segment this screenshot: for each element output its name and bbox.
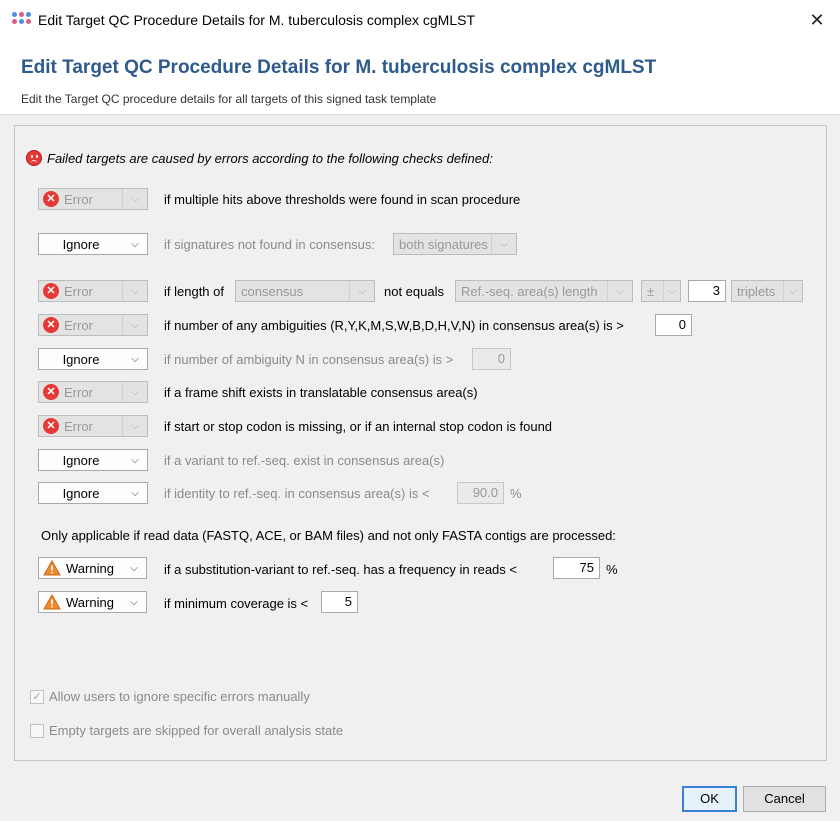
chevron-down-icon: ⌵ <box>349 281 374 301</box>
chevron-down-icon: ⌵ <box>122 416 147 436</box>
length-target-select[interactable]: Ref.-seq. area(s) length ⌵ <box>455 280 633 302</box>
codon-label: if start or stop codon is missing, or if… <box>164 419 553 434</box>
signatures-severity-select[interactable]: Ignore ⌵ <box>38 233 148 255</box>
error-icon: ✕ <box>43 384 59 400</box>
chevron-down-icon: ⌵ <box>131 487 139 499</box>
dialog-title: Edit Target QC Procedure Details for M. … <box>21 57 657 78</box>
chevron-down-icon: ⌵ <box>122 382 147 402</box>
chevron-down-icon: ⌵ <box>131 454 139 466</box>
chevron-down-icon: ⌵ <box>663 281 680 301</box>
chevron-down-icon: ⌵ <box>130 596 138 608</box>
signatures-option-select[interactable]: both signatures ⌵ <box>393 233 517 255</box>
close-icon[interactable]: ✕ <box>802 8 832 32</box>
coverage-value[interactable]: 5 <box>321 591 358 613</box>
allow-ignore-label: Allow users to ignore specific errors ma… <box>49 689 310 704</box>
codon-severity-select[interactable]: ✕ Error ⌵ <box>38 415 148 437</box>
multiple-hits-label: if multiple hits above thresholds were f… <box>164 192 521 207</box>
substitution-label: if a substitution-variant to ref.-seq. h… <box>164 562 517 577</box>
length-prefix-label: if length of <box>164 284 224 299</box>
warning-icon <box>43 593 61 610</box>
window-title: Edit Target QC Procedure Details for M. … <box>38 12 476 28</box>
multiple-hits-severity-select[interactable]: ✕ Error ⌵ <box>38 188 148 210</box>
substitution-value[interactable]: 75 <box>553 557 600 579</box>
read-data-note: Only applicable if read data (FASTQ, ACE… <box>41 528 616 543</box>
ambiguity-n-severity-select[interactable]: Ignore ⌵ <box>38 348 148 370</box>
chevron-down-icon: ⌵ <box>783 281 802 301</box>
ambiguity-n-value[interactable]: 0 <box>472 348 511 370</box>
frame-shift-label: if a frame shift exists in translatable … <box>164 385 478 400</box>
variant-label: if a variant to ref.-seq. exist in conse… <box>164 453 445 468</box>
coverage-severity-select[interactable]: Warning ⌵ <box>38 591 147 613</box>
chevron-down-icon: ⌵ <box>607 281 632 301</box>
skip-empty-label: Empty targets are skipped for overall an… <box>49 723 344 738</box>
warning-icon <box>43 559 61 576</box>
error-icon: ✕ <box>43 191 59 207</box>
chevron-down-icon: ⌵ <box>491 234 516 254</box>
signatures-label: if signatures not found in consensus: <box>164 237 376 252</box>
chevron-down-icon: ⌵ <box>122 189 147 209</box>
substitution-unit: % <box>606 562 618 577</box>
length-middle-label: not equals <box>384 284 444 299</box>
dialog-header: Edit Target QC Procedure Details for M. … <box>0 40 840 115</box>
app-icon <box>12 12 32 26</box>
ok-button[interactable]: OK <box>682 786 737 812</box>
allow-ignore-checkbox[interactable]: ✓ <box>30 690 44 704</box>
length-severity-select[interactable]: ✕ Error ⌵ <box>38 280 148 302</box>
cancel-button[interactable]: Cancel <box>743 786 826 812</box>
chevron-down-icon: ⌵ <box>131 353 139 365</box>
skip-empty-checkbox[interactable] <box>30 724 44 738</box>
length-unit-select[interactable]: triplets ⌵ <box>731 280 803 302</box>
ambiguities-label: if number of any ambiguities (R,Y,K,M,S,… <box>164 318 624 333</box>
identity-label: if identity to ref.-seq. in consensus ar… <box>164 486 430 501</box>
qc-checks-panel: Failed targets are caused by errors acco… <box>14 125 827 761</box>
ambiguities-severity-select[interactable]: ✕ Error ⌵ <box>38 314 148 336</box>
identity-value[interactable]: 90.0 <box>457 482 504 504</box>
dialog-subtitle: Edit the Target QC procedure details for… <box>21 92 437 106</box>
chevron-down-icon: ⌵ <box>130 562 138 574</box>
ambiguity-n-label: if number of ambiguity N in consensus ar… <box>164 352 454 367</box>
error-icon: ✕ <box>43 418 59 434</box>
error-icon: ✕ <box>43 317 59 333</box>
chevron-down-icon: ⌵ <box>122 315 147 335</box>
identity-unit: % <box>510 486 522 501</box>
variant-severity-select[interactable]: Ignore ⌵ <box>38 449 148 471</box>
length-tolerance-select[interactable]: ± ⌵ <box>641 280 681 302</box>
coverage-label: if minimum coverage is < <box>164 596 309 611</box>
substitution-severity-select[interactable]: Warning ⌵ <box>38 557 147 579</box>
error-icon: ✕ <box>43 283 59 299</box>
title-bar: Edit Target QC Procedure Details for M. … <box>0 0 840 40</box>
intro-text: Failed targets are caused by errors acco… <box>47 151 493 166</box>
identity-severity-select[interactable]: Ignore ⌵ <box>38 482 148 504</box>
length-source-select[interactable]: consensus ⌵ <box>235 280 375 302</box>
frame-shift-severity-select[interactable]: ✕ Error ⌵ <box>38 381 148 403</box>
chevron-down-icon: ⌵ <box>122 281 147 301</box>
sad-face-icon <box>26 150 42 166</box>
ambiguities-value[interactable]: 0 <box>655 314 692 336</box>
chevron-down-icon: ⌵ <box>131 238 139 250</box>
length-tolerance-value[interactable]: 3 <box>688 280 726 302</box>
